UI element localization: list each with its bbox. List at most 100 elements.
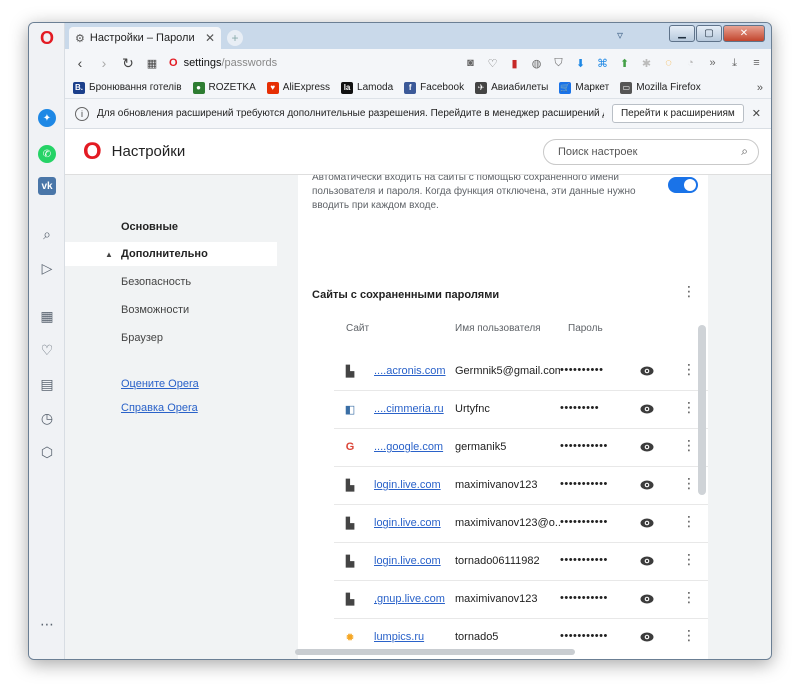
more-icon[interactable]: ⋯ xyxy=(35,613,59,635)
bookmark-ext-icon[interactable]: ▮ xyxy=(508,57,521,70)
username-text: Germnik5@gmail.com xyxy=(455,365,560,377)
orange-ext-icon[interactable]: ◌ xyxy=(662,57,675,70)
easy-setup-icon[interactable]: ≡ xyxy=(750,57,763,70)
more-vert-icon[interactable]: ⋮ xyxy=(682,438,696,452)
more-vert-icon[interactable]: ⋮ xyxy=(682,514,696,528)
tab-menu-icon[interactable]: ▿ xyxy=(617,28,623,42)
overflow-icon[interactable]: » xyxy=(706,57,719,70)
shield-ext-icon[interactable]: ⛉ xyxy=(552,57,565,70)
site-link[interactable]: ,gnup.live.com xyxy=(374,593,445,605)
nav-basic[interactable]: Основные xyxy=(65,215,277,239)
site-link[interactable]: login.live.com xyxy=(374,555,441,567)
mute-ext-icon[interactable]: ◔ xyxy=(684,57,697,70)
search-input[interactable] xyxy=(554,145,742,158)
download-ext-icon[interactable]: ⬇ xyxy=(574,57,587,70)
nav-help-opera[interactable]: Справка Opera xyxy=(65,396,277,420)
downloads-icon[interactable]: ⤓ xyxy=(728,57,741,70)
eye-icon[interactable] xyxy=(640,479,654,491)
bookmarks-overflow-icon[interactable]: » xyxy=(757,82,763,94)
bookmark-item[interactable]: ▭ Mozilla Firefox xyxy=(620,81,701,94)
speed-dial-icon[interactable]: ▦ xyxy=(35,305,59,327)
window-controls: ▁ ▢ ✕ xyxy=(669,25,765,42)
more-vert-icon[interactable]: ⋮ xyxy=(682,552,696,566)
bookmark-item[interactable]: ✈ Авиабилеты xyxy=(475,81,549,94)
bookmark-item[interactable]: ♥ AliExpress xyxy=(266,81,330,94)
send-icon[interactable]: ▷ xyxy=(35,257,59,279)
opera-menu-icon[interactable]: O xyxy=(35,27,59,49)
go-to-extensions-button[interactable]: Перейти к расширениям xyxy=(611,104,744,123)
bookmark-item[interactable]: la Lamoda xyxy=(341,81,393,94)
new-tab-button[interactable]: + xyxy=(227,30,243,46)
more-vert-icon[interactable]: ⋮ xyxy=(682,400,696,414)
more-vert-icon[interactable]: ⋮ xyxy=(682,590,696,604)
eye-icon[interactable] xyxy=(640,403,654,415)
close-icon[interactable]: ✕ xyxy=(205,31,215,45)
nav-features[interactable]: Возможности xyxy=(65,298,277,322)
site-link[interactable]: login.live.com xyxy=(374,517,441,529)
bookmark-label: Авиабилеты xyxy=(491,82,549,93)
speed-dial-button[interactable]: ▦ xyxy=(145,57,159,70)
more-vert-icon[interactable]: ⋮ xyxy=(682,362,696,376)
maximize-button[interactable]: ▢ xyxy=(696,25,722,42)
lumpics-icon: ✹ xyxy=(345,631,355,644)
messenger-icon[interactable]: ✦ xyxy=(35,107,59,129)
more-vert-icon[interactable]: ⋮ xyxy=(682,628,696,642)
site-link[interactable]: ....cimmeria.ru xyxy=(374,403,444,415)
bookmark-item[interactable]: ● ROZETKA xyxy=(192,81,256,94)
nav-security[interactable]: Безопасность xyxy=(65,270,277,294)
plane-icon: ✈ xyxy=(475,81,488,94)
opera-logo-icon: O xyxy=(83,137,102,165)
info-icon: i xyxy=(75,106,89,121)
eye-icon[interactable] xyxy=(640,441,654,453)
close-icon[interactable]: ✕ xyxy=(752,107,761,120)
password-dots: ••••••••••• xyxy=(560,478,608,490)
eye-icon[interactable] xyxy=(640,365,654,377)
history-icon[interactable]: ◷ xyxy=(35,407,59,429)
eye-icon[interactable] xyxy=(640,593,654,605)
puzzle-ext-icon[interactable]: ✱ xyxy=(640,57,653,70)
eye-icon[interactable] xyxy=(640,631,654,643)
horizontal-scrollbar[interactable] xyxy=(295,649,575,655)
heart-outline-icon[interactable]: ♡ xyxy=(486,57,499,70)
settings-search[interactable]: ⌕ xyxy=(543,138,759,165)
bookmark-item[interactable]: 🛒 Маркет xyxy=(559,81,609,94)
bookmark-item[interactable]: B. Бронювання готелів xyxy=(73,81,182,94)
username-text: tornado5 xyxy=(455,631,499,643)
translate-ext-icon[interactable]: ⌘ xyxy=(596,57,609,70)
autologin-toggle[interactable] xyxy=(668,177,698,193)
forward-button[interactable]: › xyxy=(97,55,111,71)
nav-advanced[interactable]: ▲ Дополнительно xyxy=(65,242,277,266)
heart-icon[interactable]: ♡ xyxy=(35,339,59,361)
tab-settings[interactable]: ⚙ Настройки – Пароли ✕ xyxy=(69,27,221,49)
rate-opera-link[interactable]: Оцените Opera xyxy=(121,378,199,390)
camera-icon[interactable]: ◙ xyxy=(464,57,477,70)
vertical-scrollbar[interactable] xyxy=(698,325,706,495)
whatsapp-icon[interactable]: ✆ xyxy=(35,143,59,165)
news-icon[interactable]: ▤ xyxy=(35,373,59,395)
arrow-ext-icon[interactable]: ⬆ xyxy=(618,57,631,70)
more-vert-icon[interactable]: ⋮ xyxy=(682,283,696,300)
extensions-icon[interactable]: ⬡ xyxy=(35,441,59,463)
vk-icon[interactable]: vk xyxy=(35,175,59,197)
reload-button[interactable]: ↻ xyxy=(121,55,135,72)
site-link[interactable]: login.live.com xyxy=(374,479,441,491)
nav-browser[interactable]: Браузер xyxy=(65,326,277,350)
gear-icon: ⚙ xyxy=(75,32,85,45)
search-rail-icon[interactable]: ⌕ xyxy=(35,223,59,245)
column-site: Сайт xyxy=(346,323,370,334)
more-vert-icon[interactable]: ⋮ xyxy=(682,476,696,490)
eye-icon[interactable] xyxy=(640,517,654,529)
help-opera-link[interactable]: Справка Opera xyxy=(121,402,198,414)
site-link[interactable]: lumpics.ru xyxy=(374,631,424,643)
url-field[interactable]: O settings/passwords xyxy=(169,57,277,69)
site-link[interactable]: ....acronis.com xyxy=(374,365,446,377)
page-title: Настройки xyxy=(111,143,186,160)
minimize-button[interactable]: ▁ xyxy=(669,25,695,42)
site-link[interactable]: ....google.com xyxy=(374,441,443,453)
eye-icon[interactable] xyxy=(640,555,654,567)
back-button[interactable]: ‹ xyxy=(73,55,87,71)
close-window-button[interactable]: ✕ xyxy=(723,25,765,42)
nav-rate-opera[interactable]: Оцените Opera xyxy=(65,372,277,396)
globe-ext-icon[interactable]: ◍ xyxy=(530,57,543,70)
bookmark-item[interactable]: f Facebook xyxy=(404,81,464,94)
